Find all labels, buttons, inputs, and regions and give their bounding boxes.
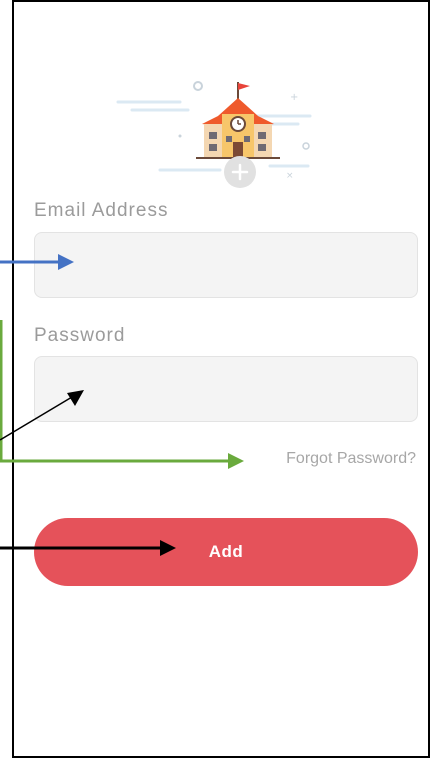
black-diagonal-arrow <box>0 390 84 441</box>
green-arrow <box>0 320 244 469</box>
blue-arrow <box>0 254 74 270</box>
annotation-arrows <box>0 254 244 556</box>
black-arrow <box>0 540 176 556</box>
